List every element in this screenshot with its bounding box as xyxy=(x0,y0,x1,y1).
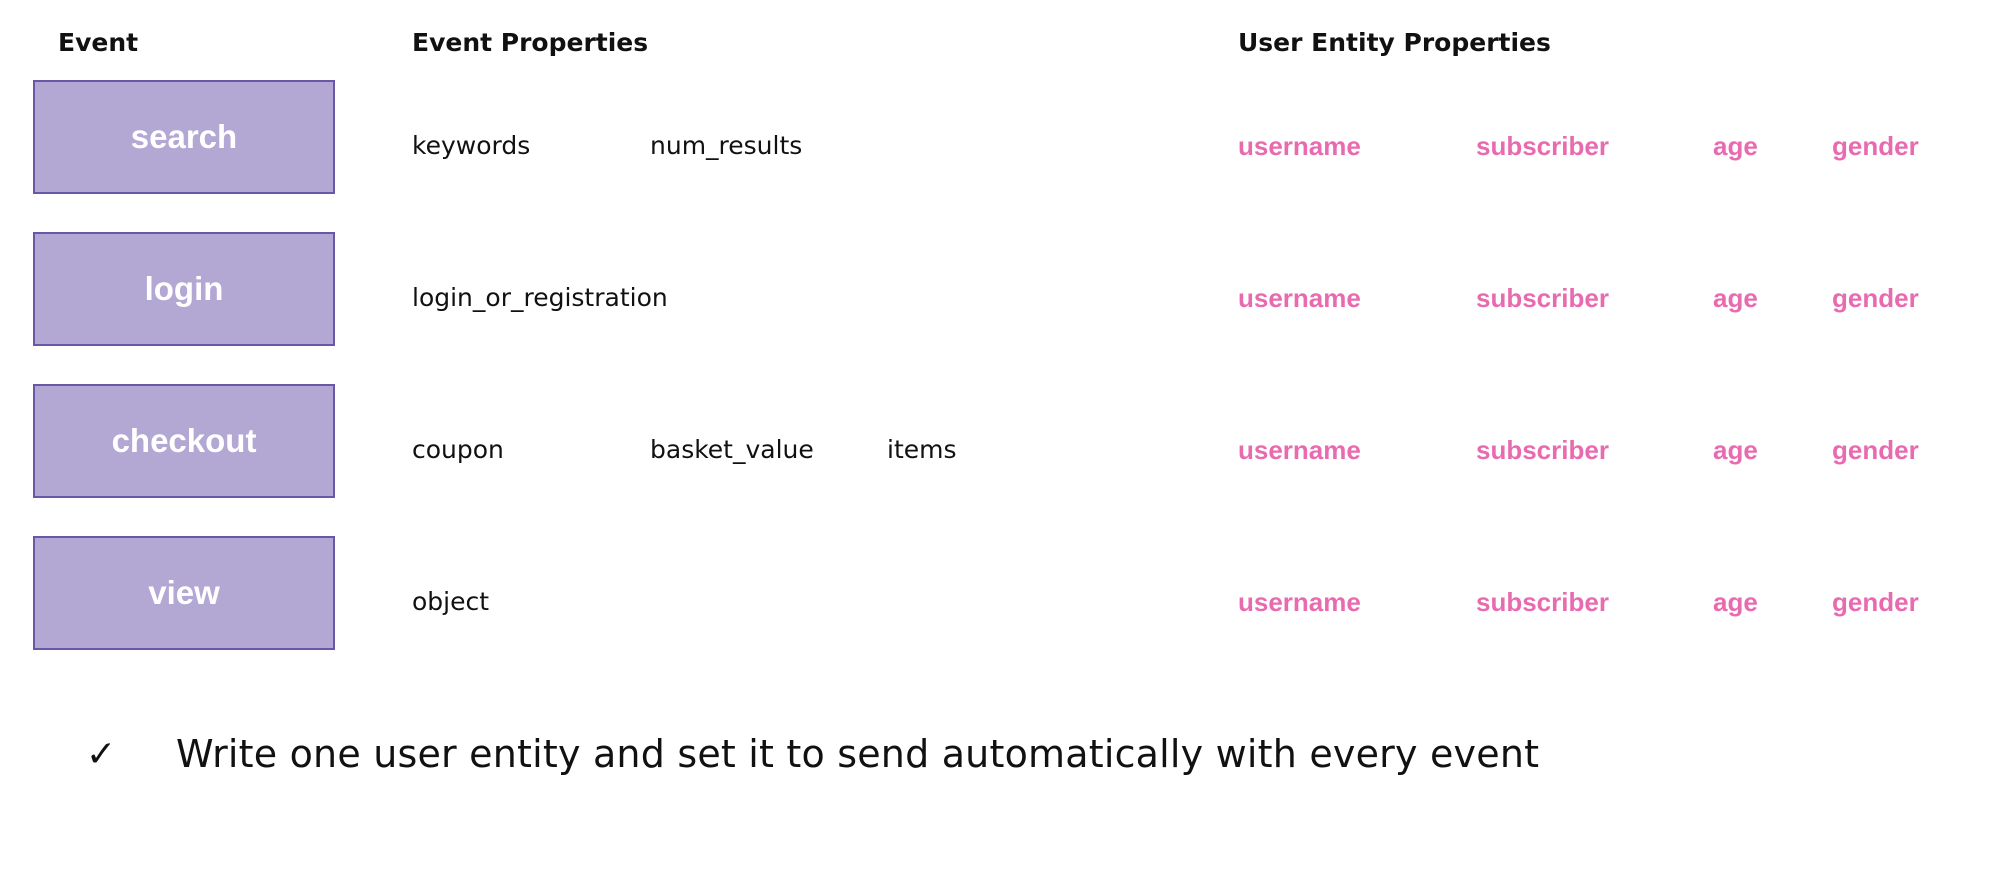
user-property: subscriber xyxy=(1476,283,1609,313)
user-property: age xyxy=(1713,435,1758,465)
user-property: username xyxy=(1238,435,1361,465)
event-column-header: Event xyxy=(58,28,139,57)
user-property: username xyxy=(1238,587,1361,617)
event-name: search xyxy=(130,118,238,155)
event-property: coupon xyxy=(412,435,504,464)
user-property: age xyxy=(1713,131,1758,161)
recommendation-text: Write one user entity and set it to send… xyxy=(176,732,1540,776)
user-property: username xyxy=(1238,131,1361,161)
event-property: items xyxy=(887,435,957,464)
event-box-view: view xyxy=(33,536,335,650)
event-property: object xyxy=(412,587,490,616)
user-entity-properties-column-header: User Entity Properties xyxy=(1238,28,1551,57)
user-property: age xyxy=(1713,283,1758,313)
event-box-login: login xyxy=(33,232,335,346)
user-property: gender xyxy=(1832,283,1919,313)
event-box-checkout: checkout xyxy=(33,384,335,498)
event-row: search keywords num_results username sub… xyxy=(0,80,1999,198)
user-property: gender xyxy=(1832,131,1919,161)
event-properties-column-header: Event Properties xyxy=(412,28,649,57)
event-box-search: search xyxy=(33,80,335,194)
user-property: gender xyxy=(1832,435,1919,465)
recommendation-note: ✓ Write one user entity and set it to se… xyxy=(86,732,1539,776)
event-property: num_results xyxy=(650,131,803,160)
event-row: checkout coupon basket_value items usern… xyxy=(0,384,1999,502)
user-property: username xyxy=(1238,283,1361,313)
user-property: subscriber xyxy=(1476,131,1609,161)
user-property: subscriber xyxy=(1476,435,1609,465)
event-name: checkout xyxy=(111,422,257,459)
user-property: subscriber xyxy=(1476,587,1609,617)
event-property: login_or_registration xyxy=(412,283,668,312)
event-name: login xyxy=(144,270,224,307)
user-property: age xyxy=(1713,587,1758,617)
user-property: gender xyxy=(1832,587,1919,617)
event-name: view xyxy=(148,574,220,611)
event-property: basket_value xyxy=(650,435,814,464)
check-mark-icon: ✓ xyxy=(86,733,117,775)
event-property: keywords xyxy=(412,131,531,160)
event-row: login login_or_registration username sub… xyxy=(0,232,1999,350)
event-row: view object username subscriber age gend… xyxy=(0,536,1999,654)
